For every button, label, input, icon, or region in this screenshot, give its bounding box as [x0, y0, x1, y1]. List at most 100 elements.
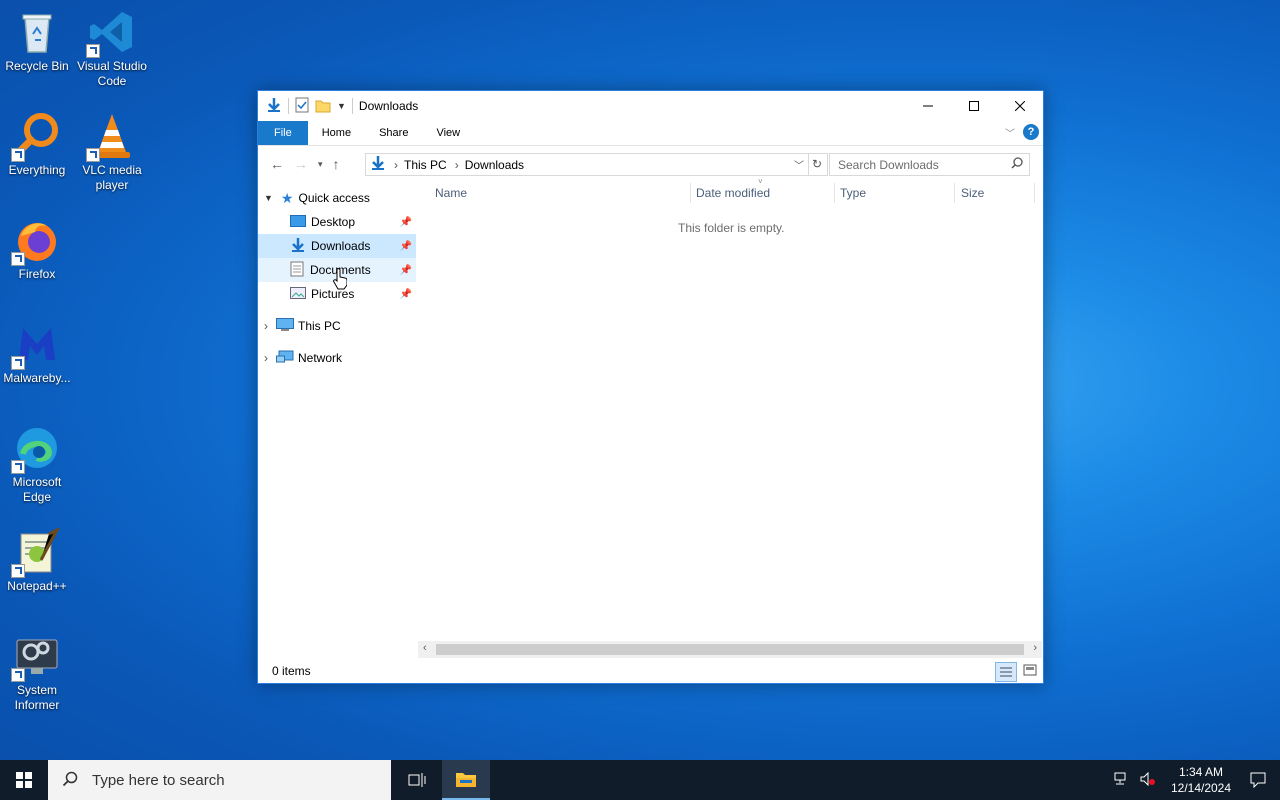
- chevron-right-icon[interactable]: ›: [455, 158, 459, 172]
- pin-icon[interactable]: 📌: [400, 217, 412, 228]
- tab-share[interactable]: Share: [365, 121, 422, 145]
- search-input[interactable]: [836, 156, 1010, 173]
- malwarebytes-icon: [11, 320, 61, 370]
- desktop-icon-label: Visual Studio Code: [77, 59, 147, 88]
- scroll-left-icon[interactable]: ‹: [423, 642, 427, 654]
- clock-time: 1:34 AM: [1178, 765, 1224, 779]
- maximize-button[interactable]: [951, 91, 997, 121]
- pin-icon[interactable]: 📌: [400, 241, 412, 252]
- minimize-icon: [923, 105, 933, 107]
- back-arrow-icon[interactable]: ←: [270, 156, 284, 172]
- file-explorer-icon: [456, 773, 476, 787]
- tab-file[interactable]: File: [258, 121, 308, 145]
- shortcut-arrow-icon: [86, 44, 100, 58]
- desktop-icon-label: Recycle Bin: [5, 59, 69, 73]
- column-header-size[interactable]: Size: [961, 181, 984, 205]
- network-icon: [276, 349, 294, 368]
- desktop-icon-notepadpp[interactable]: Notepad++: [0, 526, 74, 594]
- desktop-icon-label: VLC media player: [82, 163, 142, 192]
- downloads-location-icon: [370, 155, 386, 174]
- documents-folder-icon: [290, 261, 304, 280]
- desktop-folder-icon: [290, 214, 306, 231]
- pin-icon[interactable]: 📌: [400, 289, 412, 300]
- tab-view[interactable]: View: [422, 121, 474, 145]
- desktop-icon-vscode[interactable]: Visual Studio Code: [75, 8, 149, 89]
- file-list-pane[interactable]: Name Date modified ˅ Type Size This fold…: [418, 177, 1043, 651]
- search-icon: [1011, 157, 1023, 172]
- tab-home[interactable]: Home: [308, 121, 365, 145]
- customize-qat-icon[interactable]: ▼: [337, 101, 346, 111]
- title-bar[interactable]: ▼ Downloads: [258, 91, 1043, 121]
- volume-muted-icon[interactable]: [1140, 771, 1156, 789]
- taskbar-file-explorer[interactable]: [442, 760, 490, 800]
- nav-item-downloads[interactable]: Downloads 📌: [258, 234, 416, 258]
- desktop-icon-everything[interactable]: Everything: [0, 112, 74, 178]
- network-status-icon[interactable]: [1114, 772, 1130, 789]
- download-arrow-icon: [266, 97, 282, 116]
- nav-item-desktop[interactable]: Desktop 📌: [258, 210, 416, 234]
- pin-icon[interactable]: 📌: [400, 265, 412, 276]
- clock[interactable]: 1:34 AM 12/14/2024: [1166, 764, 1236, 796]
- minimize-button[interactable]: [905, 91, 951, 121]
- desktop-icon-system-informer[interactable]: System Informer: [0, 632, 74, 713]
- chevron-down-icon[interactable]: ▼: [264, 193, 273, 203]
- search-box[interactable]: [829, 153, 1030, 176]
- forward-arrow-icon[interactable]: →: [294, 156, 308, 172]
- quick-access-toolbar: ▼: [258, 97, 353, 116]
- breadcrumb-this-pc[interactable]: This PC: [404, 158, 447, 172]
- refresh-button[interactable]: ↻: [807, 153, 828, 176]
- recent-locations-icon[interactable]: ▾: [318, 159, 323, 170]
- expand-ribbon-icon[interactable]: ﹀: [1005, 125, 1015, 140]
- system-tray: 1:34 AM 12/14/2024: [1114, 760, 1280, 800]
- horizontal-scrollbar[interactable]: ‹ ›: [418, 641, 1042, 658]
- help-icon[interactable]: ?: [1023, 124, 1039, 140]
- up-arrow-icon[interactable]: ↑: [333, 156, 340, 172]
- large-icons-view-icon[interactable]: [1023, 663, 1037, 680]
- nav-item-label: Desktop: [311, 215, 356, 229]
- desktop-icon-firefox[interactable]: Firefox: [0, 216, 74, 282]
- desktop-icon-vlc[interactable]: VLC media player: [75, 112, 149, 193]
- details-view-icon[interactable]: [995, 662, 1017, 682]
- desktop-icon-label: Malwareby...: [3, 371, 71, 385]
- star-icon: ★: [280, 189, 294, 206]
- desktop-icon-malwarebytes[interactable]: Malwareby...: [0, 320, 74, 386]
- task-view-button[interactable]: [397, 760, 437, 800]
- desktop-icon-edge[interactable]: Microsoft Edge: [0, 424, 74, 505]
- address-bar[interactable]: › This PC › Downloads ﹀: [365, 153, 809, 176]
- close-button[interactable]: [997, 91, 1043, 121]
- scrollbar-thumb[interactable]: [436, 644, 1024, 655]
- shortcut-arrow-icon: [11, 252, 25, 266]
- chevron-right-icon[interactable]: ›: [264, 351, 268, 365]
- edge-icon: [11, 424, 61, 474]
- nav-network[interactable]: › Network: [258, 346, 416, 370]
- properties-icon[interactable]: [295, 97, 309, 116]
- refresh-icon: ↻: [811, 157, 823, 171]
- file-explorer-window[interactable]: ▼ Downloads File Home Share View ﹀ ? ← →…: [257, 90, 1044, 684]
- status-bar: 0 items: [258, 659, 1043, 683]
- chevron-right-icon[interactable]: ›: [394, 158, 398, 172]
- nav-this-pc[interactable]: › This PC: [258, 314, 416, 338]
- start-button[interactable]: [0, 760, 48, 800]
- chevron-right-icon[interactable]: ›: [264, 319, 268, 333]
- column-header-name[interactable]: Name: [435, 181, 467, 205]
- desktop-icon-recycle-bin[interactable]: Recycle Bin: [0, 8, 74, 74]
- windows-logo-icon: [16, 772, 32, 788]
- downloads-folder-icon: [290, 237, 306, 256]
- navigation-bar: ← → ▾ ↑ › This PC › Downloads ﹀ ↻: [258, 146, 1043, 182]
- notepadpp-icon: [11, 526, 61, 578]
- scroll-right-icon[interactable]: ›: [1033, 642, 1037, 654]
- column-header-type[interactable]: Type: [840, 181, 866, 205]
- nav-quick-access[interactable]: ▼ ★ Quick access: [258, 186, 416, 210]
- shortcut-arrow-icon: [86, 148, 100, 162]
- shortcut-arrow-icon: [11, 564, 25, 578]
- taskbar-search-box[interactable]: Type here to search: [48, 760, 391, 800]
- sort-indicator-icon: ˅: [758, 177, 763, 186]
- nav-network-label: Network: [298, 351, 343, 365]
- shortcut-arrow-icon: [11, 668, 25, 682]
- nav-quick-access-label: Quick access: [298, 191, 370, 205]
- item-count: 0 items: [272, 664, 311, 678]
- new-folder-icon[interactable]: [315, 97, 331, 116]
- address-dropdown-icon[interactable]: ﹀: [794, 157, 804, 172]
- breadcrumb-downloads[interactable]: Downloads: [465, 158, 524, 172]
- notifications-icon[interactable]: [1236, 772, 1280, 788]
